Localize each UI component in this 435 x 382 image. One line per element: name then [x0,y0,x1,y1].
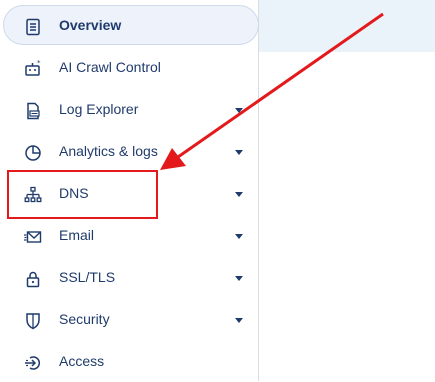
sidebar-item-label: Security [59,311,110,327]
sidebar-item-ai-crawl-control[interactable]: * AI Crawl Control [4,48,256,88]
chevron-down-icon[interactable] [235,150,243,155]
shield-icon [26,313,40,330]
log-document-icon [27,102,40,120]
envelope-icon [24,231,42,243]
sidebar-item-label: Email [59,227,95,243]
lock-icon [26,271,40,288]
svg-text:*: * [37,60,41,67]
sidebar-item-overview[interactable]: Overview [3,5,259,45]
sidebar-item-log-explorer[interactable]: Log Explorer [4,90,256,130]
access-arrow-icon [25,356,40,370]
main-content-header [259,0,435,52]
sidebar-item-label: Overview [59,17,122,33]
sidebar-item-email[interactable]: Email [4,216,256,256]
sidebar-item-ssl-tls[interactable]: SSL/TLS [4,258,256,298]
document-list-icon [26,18,40,36]
sidebar-item-security[interactable]: Security [4,300,256,340]
chevron-down-icon[interactable] [235,234,243,239]
sidebar-item-label: AI Crawl Control [59,59,161,75]
chevron-down-icon[interactable] [235,108,243,113]
sidebar-item-label: Analytics & logs [59,143,158,159]
sidebar-item-label: Log Explorer [59,101,139,117]
chevron-down-icon[interactable] [235,276,243,281]
robot-icon: * [25,60,41,76]
annotation-highlight-box [7,170,158,219]
sidebar-item-label: Access [59,353,105,369]
sidebar-item-label: SSL/TLS [59,269,116,285]
chevron-down-icon[interactable] [235,192,243,197]
pie-chart-icon [25,145,41,161]
sidebar-item-analytics-logs[interactable]: Analytics & logs [4,132,256,172]
chevron-down-icon[interactable] [235,318,243,323]
sidebar-item-access[interactable]: Access [4,342,256,382]
